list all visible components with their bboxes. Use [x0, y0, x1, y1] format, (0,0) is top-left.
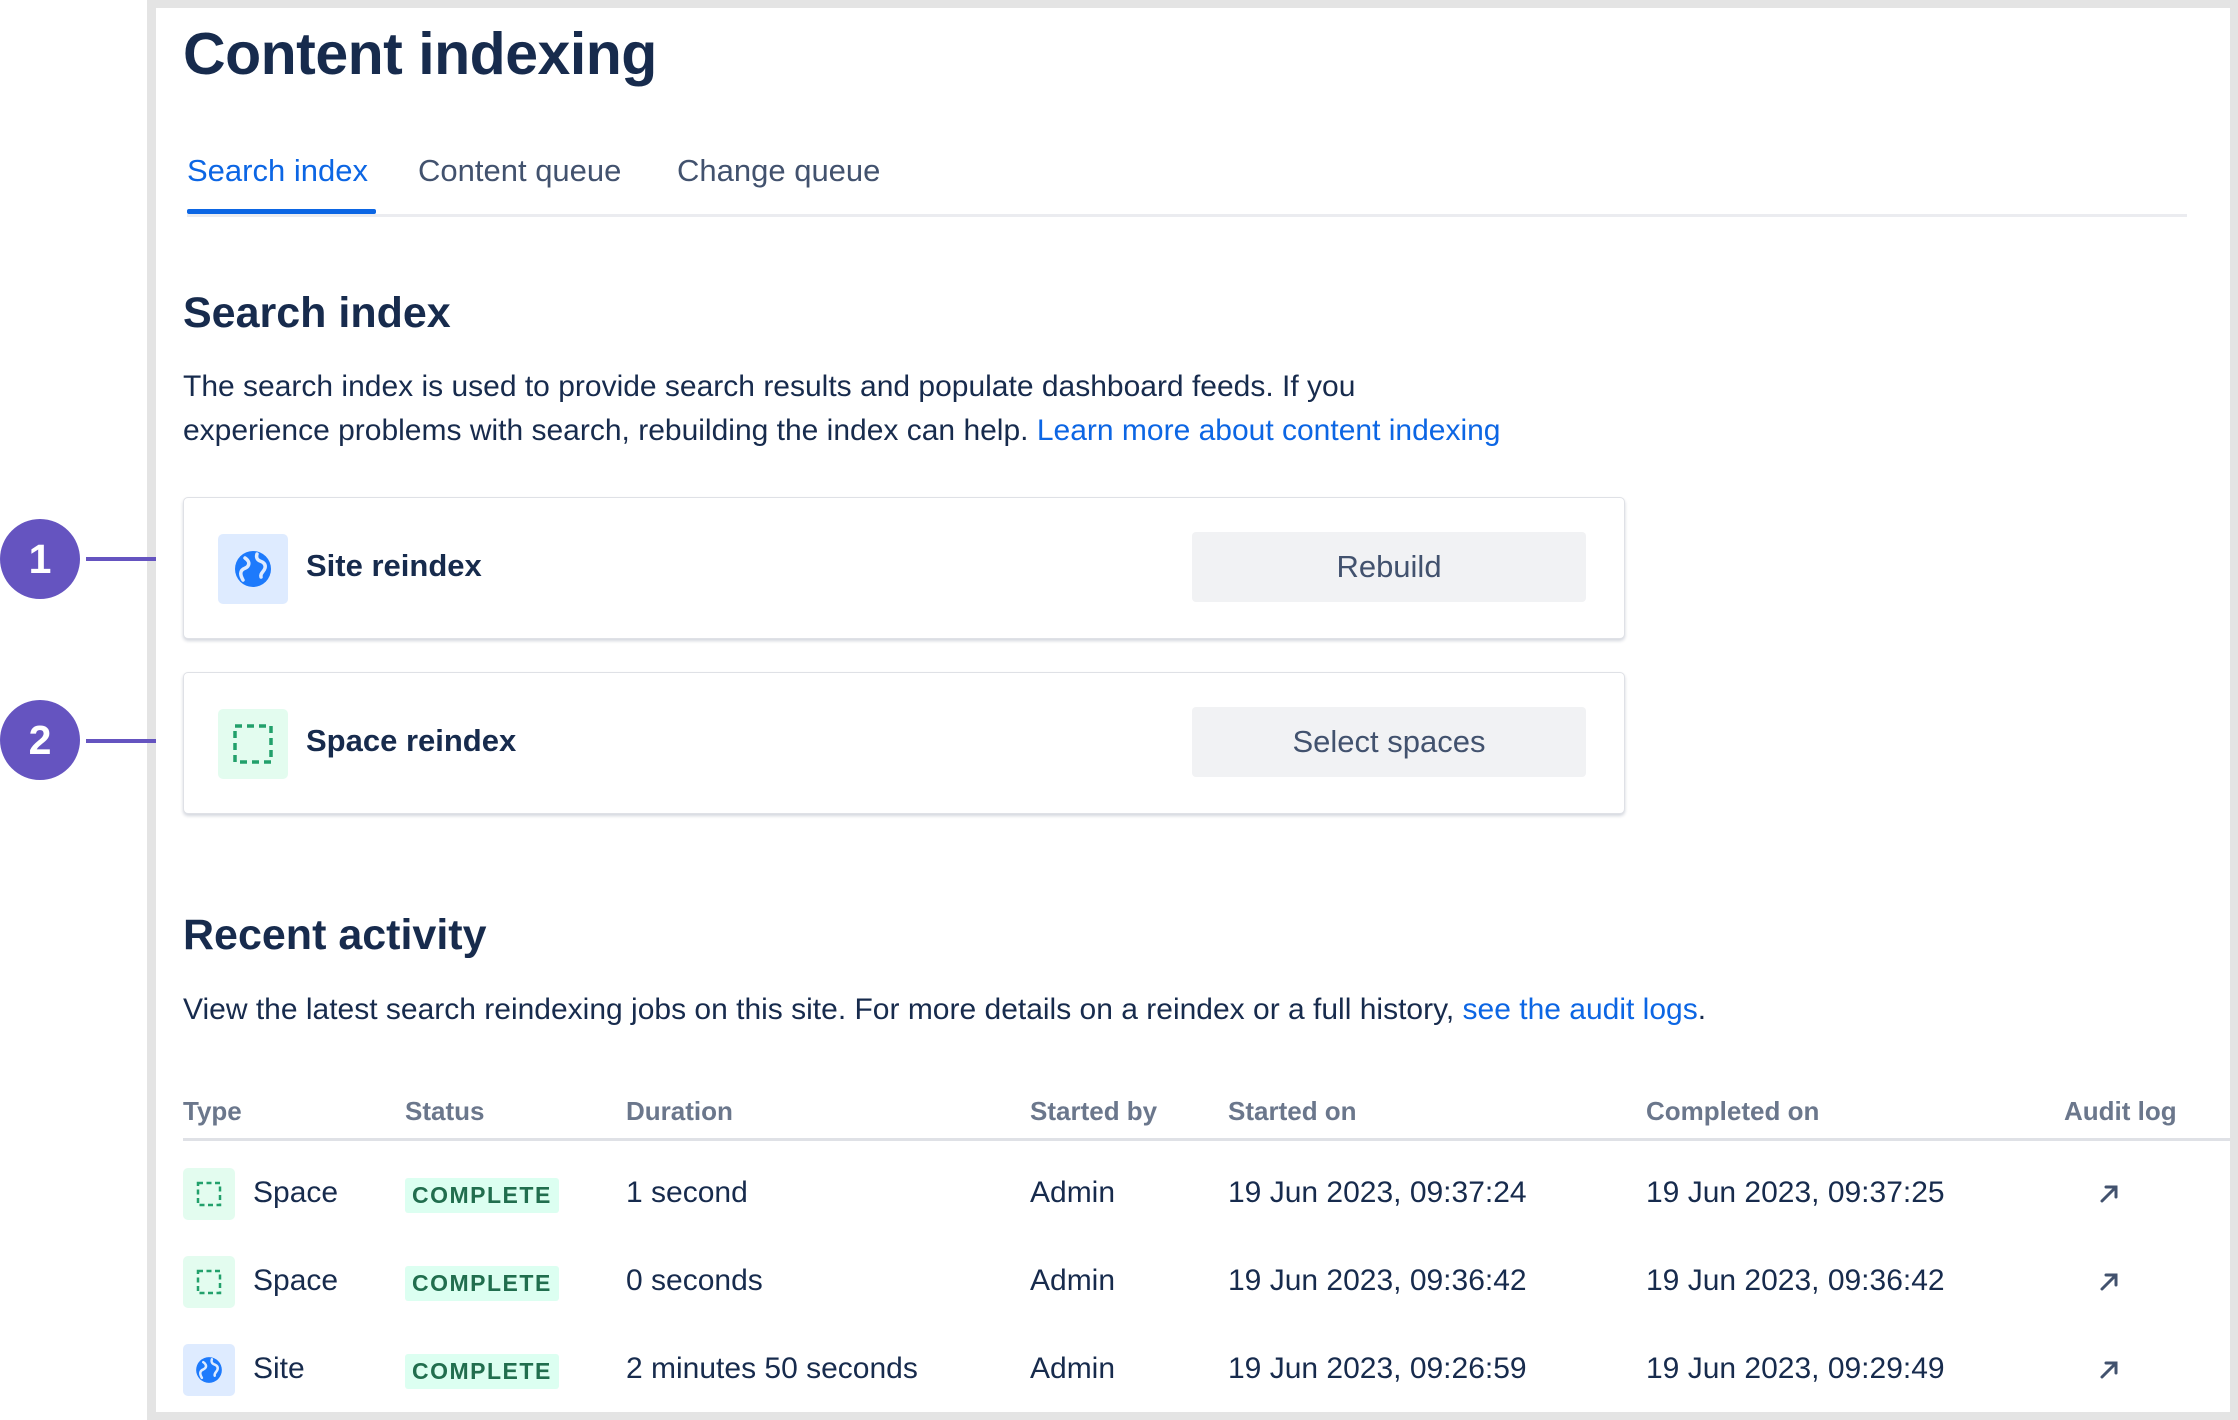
- learn-more-link[interactable]: Learn more about content indexing: [1037, 414, 1501, 447]
- space-reindex-label: Space reindex: [306, 723, 517, 758]
- tab-search-index[interactable]: Search index: [187, 153, 368, 189]
- row-completed-on: 19 Jun 2023, 09:37:25: [1646, 1176, 1945, 1209]
- row-duration: 1 second: [626, 1176, 748, 1209]
- row-duration: 0 seconds: [626, 1264, 763, 1297]
- status-lozenge: COMPLETE: [405, 1354, 559, 1389]
- arrow-up-right-icon[interactable]: [2091, 1176, 2127, 1212]
- space-icon: [218, 709, 288, 779]
- recent-activity-description: View the latest search reindexing jobs o…: [183, 988, 1706, 1032]
- tab-content-queue[interactable]: Content queue: [418, 153, 621, 189]
- tab-change-queue[interactable]: Change queue: [677, 153, 880, 189]
- row-started-by: Admin: [1030, 1264, 1116, 1297]
- column-header-type: Type: [183, 1096, 242, 1126]
- audit-logs-link[interactable]: see the audit logs: [1463, 993, 1698, 1026]
- search-index-description-line1: The search index is used to provide sear…: [183, 370, 1356, 403]
- row-type: Site: [253, 1352, 305, 1385]
- column-header-status: Status: [405, 1096, 485, 1126]
- search-index-heading: Search index: [183, 289, 451, 337]
- row-type: Space: [253, 1264, 339, 1297]
- table-row: Space COMPLETE 0 seconds Admin 19 Jun 20…: [156, 1246, 2230, 1334]
- row-duration: 2 minutes 50 seconds: [626, 1352, 918, 1385]
- column-header-completed-on: Completed on: [1646, 1096, 1820, 1126]
- table-header-divider: [183, 1138, 2230, 1141]
- column-header-started-on: Started on: [1228, 1096, 1357, 1126]
- status-lozenge: COMPLETE: [405, 1266, 559, 1301]
- row-completed-on: 19 Jun 2023, 09:29:49: [1646, 1352, 1945, 1385]
- space-icon: [183, 1256, 235, 1308]
- table-row: Site COMPLETE 2 minutes 50 seconds Admin…: [156, 1334, 2230, 1412]
- arrow-up-right-icon[interactable]: [2091, 1352, 2127, 1388]
- tab-divider: [187, 214, 2187, 217]
- column-header-duration: Duration: [626, 1096, 733, 1126]
- site-reindex-label: Site reindex: [306, 548, 482, 583]
- globe-icon: [218, 534, 288, 604]
- status-lozenge: COMPLETE: [405, 1178, 559, 1213]
- frame-border-left: [147, 0, 156, 1420]
- globe-icon: [183, 1344, 235, 1396]
- arrow-up-right-icon[interactable]: [2091, 1264, 2127, 1300]
- row-started-by: Admin: [1030, 1352, 1116, 1385]
- column-header-audit-log: Audit log: [2064, 1096, 2177, 1126]
- row-type: Space: [253, 1176, 339, 1209]
- row-started-by: Admin: [1030, 1176, 1116, 1209]
- row-started-on: 19 Jun 2023, 09:36:42: [1228, 1264, 1527, 1297]
- search-index-description-line2: experience problems with search, rebuild…: [183, 409, 1501, 453]
- row-completed-on: 19 Jun 2023, 09:36:42: [1646, 1264, 1945, 1297]
- frame-border-top: [147, 0, 2238, 8]
- rebuild-button[interactable]: Rebuild: [1192, 532, 1586, 602]
- recent-activity-text: View the latest search reindexing jobs o…: [183, 993, 1455, 1026]
- site-reindex-card: Site reindex Rebuild: [183, 497, 1625, 639]
- description-text: experience problems with search, rebuild…: [183, 414, 1029, 447]
- recent-activity-heading: Recent activity: [183, 911, 487, 959]
- frame-border-right: [2230, 0, 2238, 1420]
- content-panel: Content indexing Search index Content qu…: [156, 8, 2230, 1412]
- select-spaces-button[interactable]: Select spaces: [1192, 707, 1586, 777]
- row-started-on: 19 Jun 2023, 09:37:24: [1228, 1176, 1527, 1209]
- column-header-started-by: Started by: [1030, 1096, 1158, 1126]
- space-icon: [183, 1168, 235, 1220]
- table-row: Space COMPLETE 1 second Admin 19 Jun 202…: [156, 1158, 2230, 1246]
- callout-badge-1: 1: [0, 519, 80, 599]
- frame-border-bottom: [147, 1412, 2238, 1420]
- callout-badge-2: 2: [0, 700, 80, 780]
- page-title: Content indexing: [183, 21, 657, 87]
- tab-active-indicator: [187, 209, 376, 214]
- space-reindex-card: Space reindex Select spaces: [183, 672, 1625, 814]
- description-period: .: [1697, 993, 1707, 1026]
- row-started-on: 19 Jun 2023, 09:26:59: [1228, 1352, 1527, 1385]
